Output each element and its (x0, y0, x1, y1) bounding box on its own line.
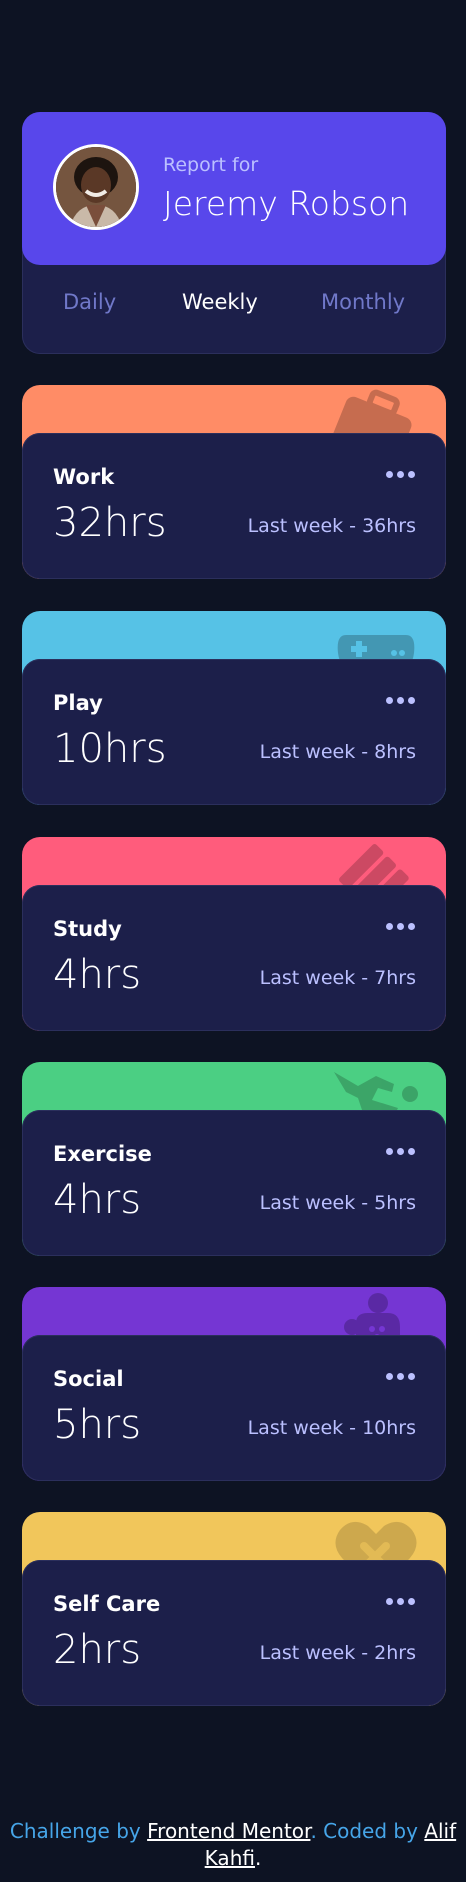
card-hours: 2hrs (53, 1627, 142, 1673)
profile-header: Report for Jeremy Robson (22, 112, 446, 265)
card-previous: Last week - 8hrs (259, 741, 416, 763)
attribution-suffix: . (254, 1846, 262, 1870)
card-body: Study 4hrs Last week - 7hrs (22, 885, 446, 1031)
activity-card-work[interactable]: Work 32hrs Last week - 36hrs (22, 385, 446, 579)
more-options-icon[interactable] (386, 1596, 416, 1606)
card-title: Work (53, 465, 115, 489)
more-options-icon[interactable] (386, 695, 416, 705)
profile-card: Report for Jeremy Robson Daily Weekly Mo… (22, 112, 446, 354)
card-previous: Last week - 7hrs (259, 967, 416, 989)
card-previous: Last week - 5hrs (259, 1192, 416, 1214)
attribution-middle: . Coded by (310, 1819, 418, 1843)
dashboard: Report for Jeremy Robson Daily Weekly Mo… (22, 112, 446, 1706)
report-for-label: Report for (163, 154, 259, 176)
attribution-prefix: Challenge by (9, 1819, 141, 1843)
card-previous: Last week - 36hrs (247, 515, 416, 537)
activity-card-social[interactable]: Social 5hrs Last week - 10hrs (22, 1287, 446, 1481)
avatar-image (56, 147, 136, 227)
card-body: Self Care 2hrs Last week - 2hrs (22, 1560, 446, 1706)
more-options-icon[interactable] (386, 469, 416, 479)
activity-card-study[interactable]: Study 4hrs Last week - 7hrs (22, 837, 446, 1031)
card-title: Play (53, 691, 103, 715)
card-previous: Last week - 10hrs (247, 1417, 416, 1439)
more-options-icon[interactable] (386, 1146, 416, 1156)
card-hours: 4hrs (53, 1177, 142, 1223)
activity-card-play[interactable]: Play 10hrs Last week - 8hrs (22, 611, 446, 805)
card-title: Social (53, 1367, 124, 1391)
attribution-footer: Challenge by Frontend Mentor. Coded by A… (0, 1818, 466, 1872)
card-body: Work 32hrs Last week - 36hrs (22, 433, 446, 579)
card-body: Social 5hrs Last week - 10hrs (22, 1335, 446, 1481)
card-hours: 4hrs (53, 952, 142, 998)
card-previous: Last week - 2hrs (259, 1642, 416, 1664)
card-body: Exercise 4hrs Last week - 5hrs (22, 1110, 446, 1256)
tab-daily[interactable]: Daily (63, 290, 116, 314)
card-hours: 5hrs (53, 1402, 142, 1448)
card-title: Self Care (53, 1592, 161, 1616)
card-title: Exercise (53, 1142, 152, 1166)
card-body: Play 10hrs Last week - 8hrs (22, 659, 446, 805)
tab-monthly[interactable]: Monthly (321, 290, 405, 314)
activity-card-self-care[interactable]: Self Care 2hrs Last week - 2hrs (22, 1512, 446, 1706)
more-options-icon[interactable] (386, 921, 416, 931)
card-hours: 10hrs (53, 726, 167, 772)
activity-card-exercise[interactable]: Exercise 4hrs Last week - 5hrs (22, 1062, 446, 1256)
period-tabs: Daily Weekly Monthly (22, 290, 446, 320)
more-options-icon[interactable] (386, 1371, 416, 1381)
card-title: Study (53, 917, 122, 941)
avatar (53, 144, 139, 230)
card-hours: 32hrs (53, 500, 167, 546)
user-name: Jeremy Robson (163, 184, 410, 223)
frontend-mentor-link[interactable]: Frontend Mentor (147, 1819, 310, 1843)
tab-weekly[interactable]: Weekly (182, 290, 258, 314)
